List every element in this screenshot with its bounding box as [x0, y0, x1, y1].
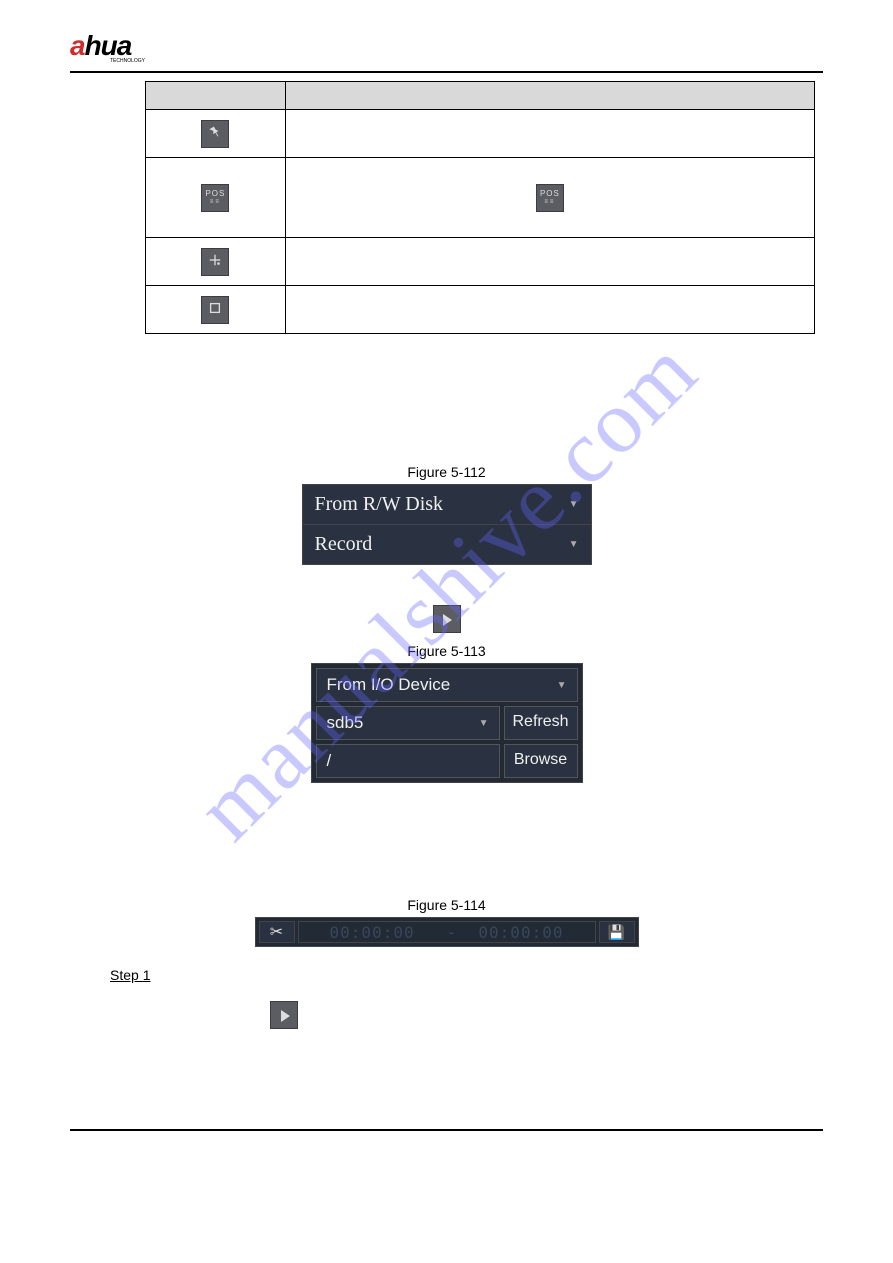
table-cell: POS ≡≡: [285, 158, 814, 238]
fullscreen-icon: [201, 296, 229, 324]
device-select[interactable]: sdb5 ▼: [316, 706, 500, 740]
crosshair-icon: [201, 248, 229, 276]
figure-113-panel: From I/O Device ▼ sdb5 ▼ Refresh / Brows…: [311, 663, 583, 783]
chevron-down-icon: ▼: [479, 718, 489, 729]
play-button[interactable]: [270, 1001, 298, 1029]
play-icon: [281, 1010, 290, 1022]
table-row: [146, 238, 815, 286]
dropdown-value: sdb5: [327, 713, 364, 733]
table-header-icon: [146, 82, 286, 110]
table-header-desc: [285, 82, 814, 110]
pin-icon: [201, 120, 229, 148]
save-button[interactable]: 💾: [599, 921, 635, 943]
clip-time-range: 00:00:00 - 00:00:00: [298, 921, 596, 943]
chevron-down-icon: ▼: [569, 539, 579, 550]
play-button[interactable]: [433, 605, 461, 633]
record-type-dropdown[interactable]: Record ▼: [303, 525, 591, 564]
dropdown-value: Record: [315, 533, 373, 556]
brand-logo: ahua TECHNOLOGY: [70, 30, 145, 64]
clip-end-time: 00:00:00: [478, 923, 563, 942]
refresh-button[interactable]: Refresh: [504, 706, 578, 740]
table-cell: [285, 238, 814, 286]
path-input[interactable]: /: [316, 744, 500, 778]
divider-top: [70, 71, 823, 73]
save-icon: 💾: [608, 924, 625, 941]
dropdown-value: From I/O Device: [327, 675, 451, 695]
table-row: [146, 110, 815, 158]
clip-start-time: 00:00:00: [330, 923, 415, 942]
io-device-dropdown[interactable]: From I/O Device ▼: [316, 668, 578, 702]
figure-112-panel: From R/W Disk ▼ Record ▼: [302, 484, 592, 565]
table-row: [146, 286, 815, 334]
chevron-down-icon: ▼: [557, 680, 567, 691]
table-cell: [285, 110, 814, 158]
figure-114-panel: ✂ 00:00:00 - 00:00:00 💾: [255, 917, 639, 947]
time-separator: -: [447, 923, 458, 942]
pos-icon: POS ≡≡: [201, 184, 229, 212]
play-icon: [443, 614, 452, 626]
logo-letter: a: [70, 30, 85, 61]
disk-source-dropdown[interactable]: From R/W Disk ▼: [303, 485, 591, 525]
clip-button[interactable]: ✂: [259, 921, 295, 943]
scissors-icon: ✂: [270, 922, 283, 942]
pos-icon: POS ≡≡: [536, 184, 564, 212]
figure-caption-113: Figure 5-113: [70, 643, 823, 659]
browse-button[interactable]: Browse: [504, 744, 578, 778]
step-label: Step 1: [110, 967, 823, 983]
chevron-down-icon: ▼: [569, 499, 579, 510]
figure-caption-114: Figure 5-114: [70, 897, 823, 913]
icon-reference-table: POS ≡≡ POS ≡≡: [145, 81, 815, 334]
logo-rest: hua: [85, 30, 132, 61]
table-row: POS ≡≡ POS ≡≡: [146, 158, 815, 238]
dropdown-value: From R/W Disk: [315, 493, 444, 516]
path-value: /: [327, 751, 332, 771]
table-cell: [285, 286, 814, 334]
figure-caption-112: Figure 5-112: [70, 464, 823, 480]
logo-subtitle: TECHNOLOGY: [110, 58, 145, 64]
